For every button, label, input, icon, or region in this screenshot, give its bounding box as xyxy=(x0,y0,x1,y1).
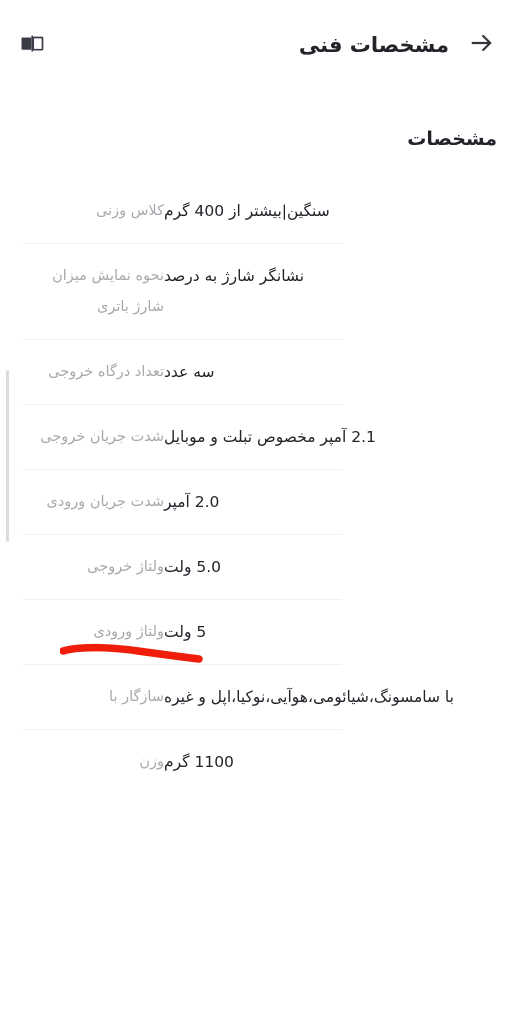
spec-value: سه عدد xyxy=(164,362,215,381)
spec-scroll-container[interactable]: مشخصات کلاس وزنی سنگین|بیشتر از 400 گرم … xyxy=(0,86,519,1024)
spec-label: شدت جریان خروجی xyxy=(40,428,164,445)
spec-value: 5.0 ولت xyxy=(164,557,222,576)
spec-value: 2.0 آمپر xyxy=(164,492,220,511)
spec-label: نحوه نمایش میزان شارژ باتری xyxy=(52,267,164,315)
table-row: نحوه نمایش میزان شارژ باتری نشانگر شارژ … xyxy=(20,244,497,340)
table-row: شدت جریان خروجی 2.1 آمپر مخصوص تبلت و مو… xyxy=(20,405,497,470)
spec-value: نشانگر شارژ به درصد xyxy=(164,266,305,285)
spec-label: تعداد درگاه خروجی xyxy=(48,363,164,380)
split-panel-button[interactable] xyxy=(10,23,54,67)
table-row: کلاس وزنی سنگین|بیشتر از 400 گرم xyxy=(20,179,497,244)
table-row: سازگار با با سامسونگ،شیائومی،هوآیی،نوکیا… xyxy=(20,665,497,730)
spec-value: سنگین|بیشتر از 400 گرم xyxy=(164,201,330,220)
spec-label: شدت جریان ورودی xyxy=(46,493,164,510)
spec-label: کلاس وزنی xyxy=(96,202,164,219)
section-title: مشخصات xyxy=(407,128,497,150)
page-title: مشخصات فنی xyxy=(298,33,449,57)
arrow-right-icon xyxy=(468,29,496,61)
spec-value: 2.1 آمپر مخصوص تبلت و موبایل xyxy=(164,427,376,446)
vertical-scrollbar[interactable] xyxy=(6,370,9,542)
spec-label: ولتاژ ورودی xyxy=(93,623,164,640)
table-row: تعداد درگاه خروجی سه عدد xyxy=(20,340,497,405)
table-row: ولتاژ ورودی 5 ولت xyxy=(20,600,497,665)
spec-value: با سامسونگ،شیائومی،هوآیی،نوکیا،اپل و غیر… xyxy=(164,687,454,706)
spec-value: 5 ولت xyxy=(164,622,207,641)
app-bar: مشخصات فنی xyxy=(0,0,519,86)
spec-label: سازگار با xyxy=(109,688,164,705)
table-row: وزن 1100 گرم xyxy=(20,730,497,795)
back-button[interactable] xyxy=(459,22,505,68)
spec-label: وزن xyxy=(139,753,164,770)
table-row: شدت جریان ورودی 2.0 آمپر xyxy=(20,470,497,535)
table-row: ولتاژ خروجی 5.0 ولت xyxy=(20,535,497,600)
spec-value: 1100 گرم xyxy=(164,752,234,771)
spec-label: ولتاژ خروجی xyxy=(87,558,164,575)
split-panel-icon xyxy=(17,28,47,62)
spec-table: کلاس وزنی سنگین|بیشتر از 400 گرم نحوه نم… xyxy=(20,179,497,795)
